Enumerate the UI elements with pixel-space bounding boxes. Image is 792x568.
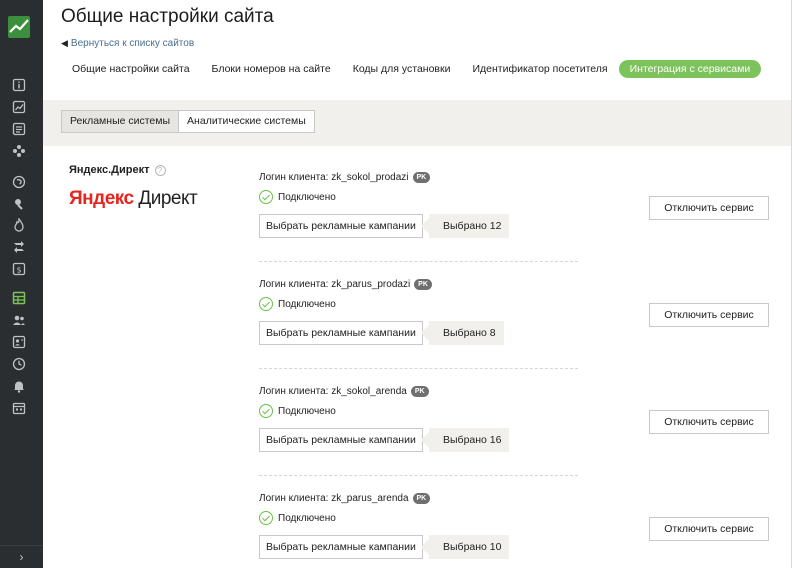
chevron-right-icon: › bbox=[19, 550, 24, 564]
disable-service-button[interactable]: Отключить сервис bbox=[649, 410, 769, 434]
phone-icon[interactable] bbox=[12, 175, 26, 189]
selected-count-badge: Выбрано 16 bbox=[420, 428, 510, 452]
account-row: Логин клиента: zk_sokol_arenda PK Подклю… bbox=[259, 386, 579, 476]
tab-install-codes[interactable]: Коды для установки bbox=[342, 60, 462, 78]
client-login-label: Логин клиента: zk_sokol_arenda bbox=[259, 386, 407, 397]
selected-count-badge: Выбрано 10 bbox=[420, 535, 510, 559]
client-login: Логин клиента: zk_parus_prodazi PK bbox=[259, 279, 432, 290]
back-arrow-icon: ◀ bbox=[61, 38, 68, 48]
help-icon[interactable]: ? bbox=[154, 164, 166, 176]
list-icon[interactable] bbox=[12, 122, 26, 136]
subtab-ad-systems[interactable]: Рекламные системы bbox=[61, 110, 180, 133]
logo-icon[interactable] bbox=[8, 16, 30, 38]
pk-badge: PK bbox=[412, 172, 431, 183]
pk-badge: PK bbox=[410, 386, 429, 397]
check-circle-icon bbox=[259, 190, 273, 204]
disable-service-button[interactable]: Отключить сервис bbox=[649, 303, 769, 327]
users-icon[interactable] bbox=[12, 313, 26, 327]
connection-status: Подключено bbox=[259, 297, 336, 311]
tab-number-blocks[interactable]: Блоки номеров на сайте bbox=[201, 60, 342, 78]
money-icon[interactable]: $ bbox=[12, 262, 26, 276]
svg-text:$: $ bbox=[16, 266, 21, 275]
logo-text-direct: Директ bbox=[138, 188, 198, 209]
yandex-direct-logo: Яндекс Директ bbox=[69, 188, 198, 210]
status-label: Подключено bbox=[278, 191, 336, 203]
logo-text-yandex: Яндекс bbox=[69, 188, 134, 209]
account-row: Логин клиента: zk_sokol_prodazi PK Подкл… bbox=[259, 172, 579, 262]
table-icon[interactable] bbox=[12, 291, 26, 305]
client-login-label: Логин клиента: zk_sokol_prodazi bbox=[259, 172, 409, 183]
status-label: Подключено bbox=[278, 512, 336, 524]
left-sidebar: $ › bbox=[0, 0, 43, 568]
fire-icon[interactable] bbox=[12, 218, 26, 232]
service-name-label: Яндекс.Директ bbox=[69, 164, 150, 176]
call-forward-icon[interactable] bbox=[12, 240, 26, 254]
row-divider bbox=[259, 475, 578, 476]
settings-tabs: Общие настройки сайта Блоки номеров на с… bbox=[61, 60, 762, 78]
app-root: $ › Общие настройки сайта ◀ Вернуться к … bbox=[0, 0, 792, 568]
service-name: Яндекс.Директ ? bbox=[69, 164, 166, 176]
connection-status: Подключено bbox=[259, 511, 336, 525]
bell-icon[interactable] bbox=[12, 379, 26, 393]
check-circle-icon bbox=[259, 297, 273, 311]
back-to-sites-link[interactable]: ◀ Вернуться к списку сайтов bbox=[61, 38, 194, 49]
info-icon[interactable] bbox=[12, 78, 26, 92]
client-login: Логин клиента: zk_parus_arenda PK bbox=[259, 493, 431, 504]
subtab-analytics-systems[interactable]: Аналитические системы bbox=[179, 110, 315, 133]
status-label: Подключено bbox=[278, 405, 336, 417]
pk-badge: PK bbox=[412, 493, 431, 504]
calendar-icon[interactable] bbox=[12, 401, 26, 415]
account-row: Логин клиента: zk_parus_prodazi PK Подкл… bbox=[259, 279, 579, 369]
choose-campaigns-button[interactable]: Выбрать рекламные кампании bbox=[259, 321, 423, 345]
check-circle-icon bbox=[259, 511, 273, 525]
back-link-label: Вернуться к списку сайтов bbox=[70, 38, 195, 49]
choose-campaigns-button[interactable]: Выбрать рекламные кампании bbox=[259, 535, 423, 559]
pin-icon[interactable] bbox=[12, 197, 26, 211]
contacts-icon[interactable] bbox=[12, 335, 26, 349]
clock-icon[interactable] bbox=[12, 357, 26, 371]
disable-service-button[interactable]: Отключить сервис bbox=[649, 196, 769, 220]
tab-general-settings[interactable]: Общие настройки сайта bbox=[61, 60, 201, 78]
client-login: Логин клиента: zk_sokol_prodazi PK bbox=[259, 172, 431, 183]
sidebar-expand-button[interactable]: › bbox=[0, 545, 43, 568]
choose-campaigns-button[interactable]: Выбрать рекламные кампании bbox=[259, 428, 423, 452]
connection-status: Подключено bbox=[259, 404, 336, 418]
connection-status: Подключено bbox=[259, 190, 336, 204]
status-label: Подключено bbox=[278, 298, 336, 310]
client-login-label: Логин клиента: zk_parus_arenda bbox=[259, 493, 409, 504]
check-circle-icon bbox=[259, 404, 273, 418]
chart-icon[interactable] bbox=[12, 100, 26, 114]
choose-campaigns-button[interactable]: Выбрать рекламные кампании bbox=[259, 214, 423, 238]
client-login-label: Логин клиента: zk_parus_prodazi bbox=[259, 279, 411, 290]
selected-count-badge: Выбрано 8 bbox=[421, 321, 504, 345]
disable-service-button[interactable]: Отключить сервис bbox=[649, 517, 769, 541]
subtabs: Рекламные системы Аналитические системы bbox=[61, 110, 315, 133]
page-title: Общие настройки сайта bbox=[61, 6, 274, 27]
tab-visitor-id[interactable]: Идентификатор посетителя bbox=[461, 60, 618, 78]
client-login: Логин клиента: zk_sokol_arenda PK bbox=[259, 386, 429, 397]
pk-badge: PK bbox=[414, 279, 432, 290]
row-divider bbox=[259, 368, 578, 369]
tab-integrations[interactable]: Интеграция с сервисами bbox=[618, 60, 762, 78]
account-row: Логин клиента: zk_parus_arenda PK Подклю… bbox=[259, 493, 579, 568]
network-icon[interactable] bbox=[12, 144, 26, 158]
row-divider bbox=[259, 261, 578, 262]
selected-count-badge: Выбрано 12 bbox=[420, 214, 510, 238]
